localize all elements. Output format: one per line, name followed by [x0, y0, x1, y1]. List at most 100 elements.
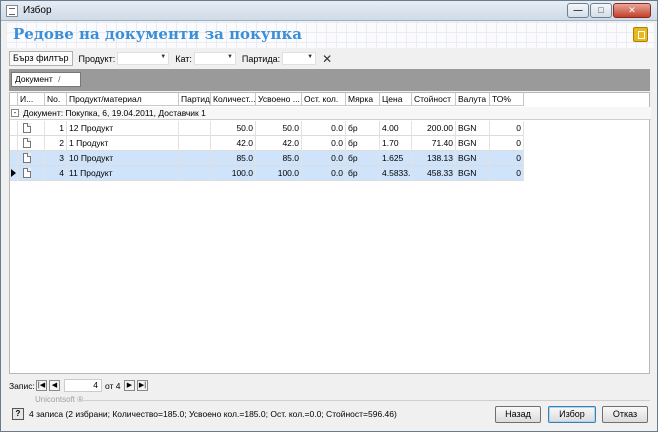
cell-unit[interactable]: бр — [346, 151, 380, 166]
column-header[interactable]: Ост. кол. — [302, 93, 346, 106]
cell-no[interactable]: 1 — [45, 121, 67, 136]
column-header[interactable]: Продукт/материал — [67, 93, 179, 106]
cell-value[interactable]: 71.40 — [412, 136, 456, 151]
cell-currency[interactable]: BGN — [456, 166, 490, 181]
cell-batch[interactable] — [179, 136, 211, 151]
last-record-button[interactable]: ▶| — [137, 380, 148, 391]
column-header[interactable]: Количест... — [211, 93, 256, 106]
filter-toolbar: Бърз филтър Продукт: Кат: Партида: ✕ — [9, 50, 650, 67]
column-header[interactable]: Усвоено ... — [256, 93, 302, 106]
record-count-text: от 4 — [105, 381, 121, 391]
cell-used[interactable]: 50.0 — [256, 121, 302, 136]
product-filter-combo[interactable] — [117, 52, 170, 65]
cell-product[interactable]: 12 Продукт — [67, 121, 179, 136]
cell-used[interactable]: 42.0 — [256, 136, 302, 151]
help-icon[interactable]: ? — [12, 408, 24, 420]
cell-batch[interactable] — [179, 166, 211, 181]
cell-product[interactable]: 1 Продукт — [67, 136, 179, 151]
prev-record-button[interactable]: ◀ — [49, 380, 60, 391]
cell-rest[interactable]: 0.0 — [302, 166, 346, 181]
cell-no[interactable]: 3 — [45, 151, 67, 166]
table-row[interactable]: 3 10 Продукт 85.0 85.0 0.0 бр 1.625 138.13 BGN 0 — [10, 151, 524, 166]
cell-to[interactable]: 0 — [490, 151, 524, 166]
cell-to[interactable]: 0 — [490, 136, 524, 151]
cell-unit[interactable]: бр — [346, 166, 380, 181]
cell-icon[interactable] — [18, 121, 45, 136]
cell-icon[interactable] — [18, 151, 45, 166]
cell-used[interactable]: 85.0 — [256, 151, 302, 166]
next-record-button[interactable]: ▶ — [124, 380, 135, 391]
sort-indicator-icon: / — [58, 74, 61, 84]
cell-to[interactable]: 0 — [490, 166, 524, 181]
cell-rest[interactable]: 0.0 — [302, 136, 346, 151]
cell-icon[interactable] — [18, 166, 45, 181]
document-icon — [23, 138, 31, 148]
cell-rest[interactable]: 0.0 — [302, 121, 346, 136]
clear-filter-icon[interactable]: ✕ — [322, 53, 332, 65]
group-row[interactable]: - Документ: Покупка, 6, 19.04.2011, Дост… — [10, 107, 651, 120]
column-header[interactable]: Валута — [456, 93, 490, 106]
cell-value[interactable]: 458.33 — [412, 166, 456, 181]
quick-filter-button[interactable]: Бърз филтър — [9, 51, 73, 66]
cell-product[interactable]: 10 Продукт — [67, 151, 179, 166]
cell-price[interactable]: 4.5833... — [380, 166, 412, 181]
cell-qty[interactable]: 100.0 — [211, 166, 256, 181]
product-filter-label: Продукт: — [78, 53, 116, 64]
table-row[interactable]: 1 12 Продукт 50.0 50.0 0.0 бр 4.00 200.00 BGN 0 — [10, 121, 524, 136]
cell-to[interactable]: 0 — [490, 121, 524, 136]
batch-filter-combo[interactable] — [282, 52, 317, 65]
column-header[interactable]: Мярка — [346, 93, 380, 106]
cell-price[interactable]: 4.00 — [380, 121, 412, 136]
back-button[interactable]: Назад — [495, 406, 541, 423]
column-header[interactable]: ТО% — [490, 93, 524, 106]
collapse-group-icon[interactable]: - — [11, 109, 19, 117]
maximize-button[interactable]: □ — [590, 3, 612, 18]
cell-rest[interactable]: 0.0 — [302, 151, 346, 166]
cell-currency[interactable]: BGN — [456, 121, 490, 136]
cell-batch[interactable] — [179, 121, 211, 136]
column-header[interactable]: И... — [18, 93, 45, 106]
table-row[interactable]: 21 Продукт 42.0 42.0 0.0 бр 1.70 71.40 BGN 0 — [10, 136, 524, 151]
cell-icon[interactable] — [18, 136, 45, 151]
cell-unit[interactable]: бр — [346, 136, 380, 151]
column-header[interactable]: No. — [45, 93, 67, 106]
cell-used[interactable]: 100.0 — [256, 166, 302, 181]
cell-qty[interactable]: 42.0 — [211, 136, 256, 151]
cell-no[interactable]: 4 — [45, 166, 67, 181]
row-indicator[interactable] — [10, 121, 18, 136]
cell-product[interactable]: 11 Продукт — [67, 166, 179, 181]
cell-qty[interactable]: 85.0 — [211, 151, 256, 166]
cell-currency[interactable]: BGN — [456, 136, 490, 151]
cell-value[interactable]: 200.00 — [412, 121, 456, 136]
cell-currency[interactable]: BGN — [456, 151, 490, 166]
column-header[interactable]: Цена — [380, 93, 412, 106]
cell-unit[interactable]: бр — [346, 121, 380, 136]
cell-price[interactable]: 1.625 — [380, 151, 412, 166]
current-record-input[interactable]: 4 — [64, 379, 102, 392]
row-indicator[interactable] — [10, 136, 18, 151]
column-header[interactable]: Стойност — [412, 93, 456, 106]
cell-price[interactable]: 1.70 — [380, 136, 412, 151]
table-row[interactable]: 4 11 Продукт 100.0 100.0 0.0 бр 4.5833... 458.3… — [10, 166, 524, 181]
cell-batch[interactable] — [179, 151, 211, 166]
first-record-button[interactable]: |◀ — [36, 380, 47, 391]
cell-value[interactable]: 138.13 — [412, 151, 456, 166]
select-button[interactable]: Избор — [548, 406, 596, 423]
row-indicator[interactable] — [10, 166, 18, 181]
minimize-button[interactable]: — — [567, 3, 589, 18]
document-icon — [23, 153, 31, 163]
group-chip-document[interactable]: Документ / — [11, 72, 81, 87]
header-action-icon[interactable] — [633, 27, 648, 42]
app-icon — [6, 5, 18, 17]
title-bar[interactable]: Избор — □ ✕ — [1, 1, 657, 21]
category-filter-combo[interactable] — [193, 52, 236, 65]
close-button[interactable]: ✕ — [613, 3, 651, 18]
cancel-button[interactable]: Отказ — [602, 406, 648, 423]
records-grid[interactable]: - Документ: Покупка, 6, 19.04.2011, Дост… — [9, 92, 651, 374]
row-indicator[interactable] — [10, 151, 18, 166]
cell-no[interactable]: 2 — [45, 136, 67, 151]
record-navigator: Запис: |◀ ◀ 4 от 4 ▶ ▶| — [9, 379, 209, 393]
cell-qty[interactable]: 50.0 — [211, 121, 256, 136]
current-row-pointer-icon — [11, 169, 16, 177]
column-header[interactable]: Партида — [179, 93, 211, 106]
